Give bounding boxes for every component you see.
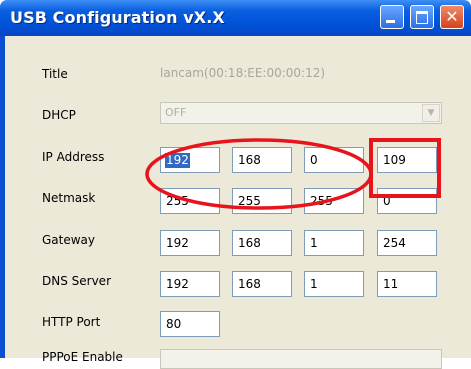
netmask-label: Netmask [42, 191, 96, 205]
minimize-button[interactable] [380, 5, 404, 29]
ip-octet-1-field[interactable]: 192 [160, 147, 220, 173]
title-value: lancam(00:18:EE:00:00:12) [160, 66, 326, 80]
netmask-octet-3-field[interactable]: 255 [304, 188, 364, 214]
close-icon: ✕ [445, 7, 459, 26]
http-port-field[interactable]: 80 [160, 311, 220, 337]
dhcp-label: DHCP [42, 108, 76, 122]
netmask-octet-2-field[interactable]: 255 [232, 188, 292, 214]
title-bar[interactable]: USB Configuration vX.X ✕ [0, 0, 471, 36]
ip-address-label: IP Address [42, 150, 105, 164]
dns-octet-1-field[interactable]: 192 [160, 271, 220, 297]
dns-server-label: DNS Server [42, 274, 111, 288]
dns-octet-3-field[interactable]: 1 [304, 271, 364, 297]
ip-octet-4-field[interactable]: 109 [377, 147, 437, 173]
dns-octet-2-field[interactable]: 168 [232, 271, 292, 297]
netmask-octet-4-field[interactable]: 0 [377, 188, 437, 214]
netmask-octet-1-field[interactable]: 255 [160, 188, 220, 214]
gateway-octet-4-field[interactable]: 254 [377, 230, 437, 256]
gateway-label: Gateway [42, 233, 96, 247]
dhcp-select[interactable]: OFF ▼ [160, 102, 442, 124]
gateway-octet-2-field[interactable]: 168 [232, 230, 292, 256]
window-title: USB Configuration vX.X [10, 8, 225, 27]
gateway-octet-3-field[interactable]: 1 [304, 230, 364, 256]
chevron-down-icon[interactable]: ▼ [422, 104, 440, 122]
http-port-label: HTTP Port [42, 315, 101, 329]
pppoe-enable-label: PPPoE Enable [42, 350, 123, 364]
ip-octet-3-field[interactable]: 0 [304, 147, 364, 173]
ip-octet-2-field[interactable]: 168 [232, 147, 292, 173]
title-label: Title [42, 67, 68, 81]
dhcp-value: OFF [165, 106, 187, 119]
dns-octet-4-field[interactable]: 11 [377, 271, 437, 297]
pppoe-enable-select[interactable] [160, 349, 442, 369]
close-button[interactable]: ✕ [440, 5, 464, 29]
gateway-octet-1-field[interactable]: 192 [160, 230, 220, 256]
maximize-button[interactable] [410, 5, 434, 29]
